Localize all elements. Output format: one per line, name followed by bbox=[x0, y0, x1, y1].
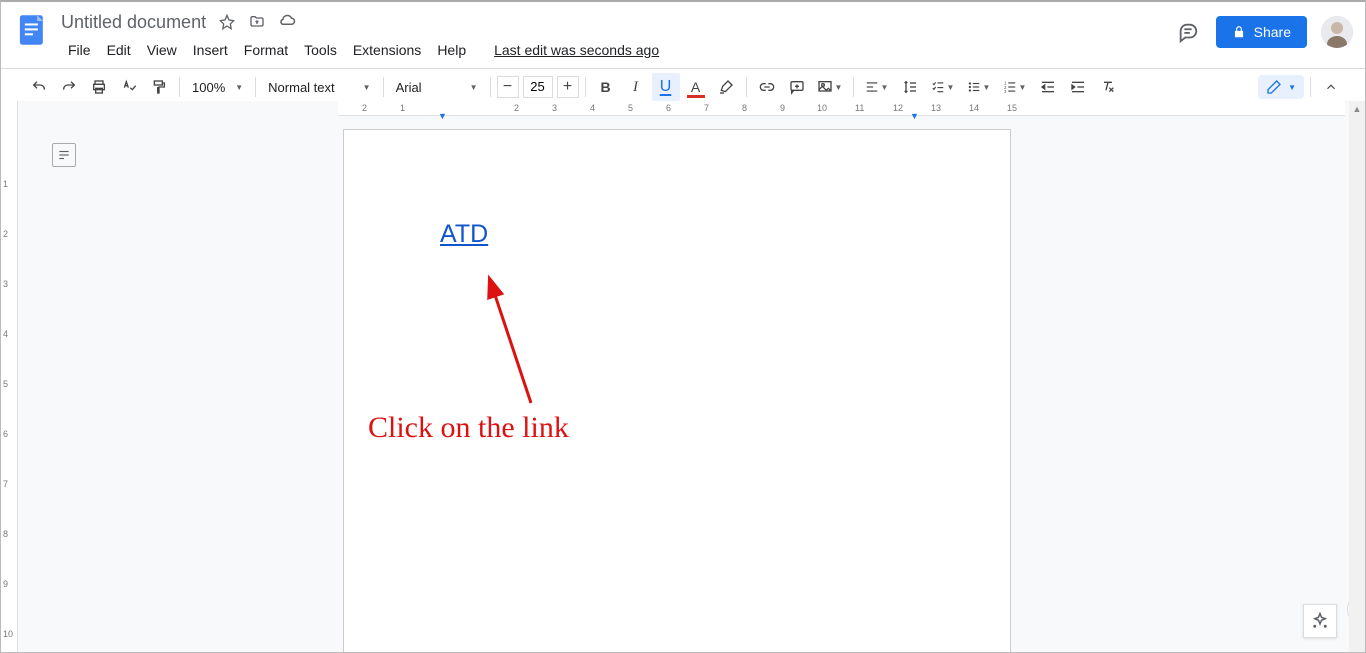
open-comments-icon[interactable] bbox=[1174, 18, 1202, 46]
bold-button[interactable]: B bbox=[592, 73, 620, 101]
line-spacing-icon[interactable] bbox=[896, 73, 924, 101]
paint-format-icon[interactable] bbox=[145, 73, 173, 101]
zoom-dropdown[interactable]: 100%▼ bbox=[186, 80, 249, 95]
increase-indent-icon[interactable] bbox=[1064, 73, 1092, 101]
menu-bar: File Edit View Insert Format Tools Exten… bbox=[61, 38, 1174, 62]
align-dropdown[interactable]: ▼ bbox=[860, 73, 894, 101]
text-color-button[interactable]: A bbox=[682, 73, 710, 101]
share-button[interactable]: Share bbox=[1216, 16, 1307, 48]
menu-extensions[interactable]: Extensions bbox=[346, 38, 428, 62]
share-label: Share bbox=[1254, 24, 1291, 40]
docs-app-icon[interactable] bbox=[13, 10, 53, 50]
chevron-down-icon: ▼ bbox=[470, 83, 478, 92]
italic-button[interactable]: I bbox=[622, 73, 650, 101]
insert-link-icon[interactable] bbox=[753, 73, 781, 101]
menu-edit[interactable]: Edit bbox=[100, 38, 138, 62]
chevron-down-icon: ▼ bbox=[1288, 83, 1296, 92]
chevron-down-icon: ▼ bbox=[235, 83, 243, 92]
document-canvas[interactable]: 2 1 ▼ 2 3 4 5 6 7 8 9 10 11 12 ▼ 13 14 1… bbox=[18, 101, 1365, 652]
svg-text:3: 3 bbox=[1004, 89, 1007, 94]
highlight-color-button[interactable] bbox=[712, 73, 740, 101]
chevron-down-icon: ▼ bbox=[983, 83, 991, 92]
fontsize-input[interactable]: 25 bbox=[523, 76, 553, 98]
scroll-up-icon[interactable]: ▲ bbox=[1349, 101, 1365, 117]
insert-image-icon[interactable]: ▼ bbox=[813, 73, 847, 101]
decrease-indent-icon[interactable] bbox=[1034, 73, 1062, 101]
print-icon[interactable] bbox=[85, 73, 113, 101]
bulleted-list-icon[interactable]: ▼ bbox=[962, 73, 996, 101]
vertical-ruler: 1 2 3 4 5 6 7 8 9 10 bbox=[1, 101, 18, 652]
document-hyperlink[interactable]: ATD bbox=[440, 220, 488, 248]
clear-formatting-icon[interactable] bbox=[1094, 73, 1122, 101]
hide-menus-icon[interactable] bbox=[1317, 73, 1345, 101]
add-comment-icon[interactable] bbox=[783, 73, 811, 101]
explore-button-icon[interactable] bbox=[1303, 604, 1337, 638]
font-family-dropdown[interactable]: Arial▼ bbox=[390, 80, 484, 95]
redo-icon[interactable] bbox=[55, 73, 83, 101]
chevron-down-icon: ▼ bbox=[1019, 83, 1027, 92]
document-page[interactable]: ATD bbox=[343, 129, 1011, 652]
indent-marker-right-icon[interactable]: ▼ bbox=[910, 111, 919, 121]
lock-icon bbox=[1232, 25, 1246, 39]
menu-help[interactable]: Help bbox=[430, 38, 473, 62]
menu-format[interactable]: Format bbox=[237, 38, 295, 62]
menu-insert[interactable]: Insert bbox=[186, 38, 235, 62]
last-edit-link[interactable]: Last edit was seconds ago bbox=[487, 38, 666, 62]
star-icon[interactable] bbox=[218, 13, 236, 31]
annotation-text: Click on the link bbox=[368, 411, 569, 445]
pencil-icon bbox=[1266, 79, 1282, 95]
chevron-down-icon: ▼ bbox=[947, 83, 955, 92]
account-avatar[interactable] bbox=[1321, 16, 1353, 48]
document-outline-toggle-icon[interactable] bbox=[52, 143, 76, 167]
numbered-list-icon[interactable]: 123▼ bbox=[998, 73, 1032, 101]
menu-file[interactable]: File bbox=[61, 38, 98, 62]
paragraph-style-dropdown[interactable]: Normal text▼ bbox=[262, 80, 376, 95]
increase-fontsize-button[interactable]: + bbox=[557, 76, 579, 98]
horizontal-ruler[interactable]: 2 1 ▼ 2 3 4 5 6 7 8 9 10 11 12 ▼ 13 14 1… bbox=[338, 101, 1345, 116]
spellcheck-icon[interactable] bbox=[115, 73, 143, 101]
decrease-fontsize-button[interactable]: − bbox=[497, 76, 519, 98]
toolbar-separator bbox=[179, 77, 180, 97]
document-title[interactable]: Untitled document bbox=[61, 12, 206, 33]
editing-mode-dropdown[interactable]: ▼ bbox=[1258, 75, 1304, 99]
menu-tools[interactable]: Tools bbox=[297, 38, 344, 62]
chevron-down-icon: ▼ bbox=[363, 83, 371, 92]
chevron-down-icon: ▼ bbox=[835, 83, 843, 92]
checklist-icon[interactable]: ▼ bbox=[926, 73, 960, 101]
menu-view[interactable]: View bbox=[140, 38, 184, 62]
chevron-down-icon: ▼ bbox=[881, 83, 889, 92]
cloud-status-icon[interactable] bbox=[278, 13, 296, 31]
undo-icon[interactable] bbox=[25, 73, 53, 101]
indent-marker-icon[interactable]: ▼ bbox=[438, 111, 447, 121]
vertical-scrollbar[interactable]: ▲ bbox=[1349, 101, 1365, 652]
move-to-folder-icon[interactable] bbox=[248, 13, 266, 31]
underline-button[interactable]: U bbox=[652, 73, 680, 101]
